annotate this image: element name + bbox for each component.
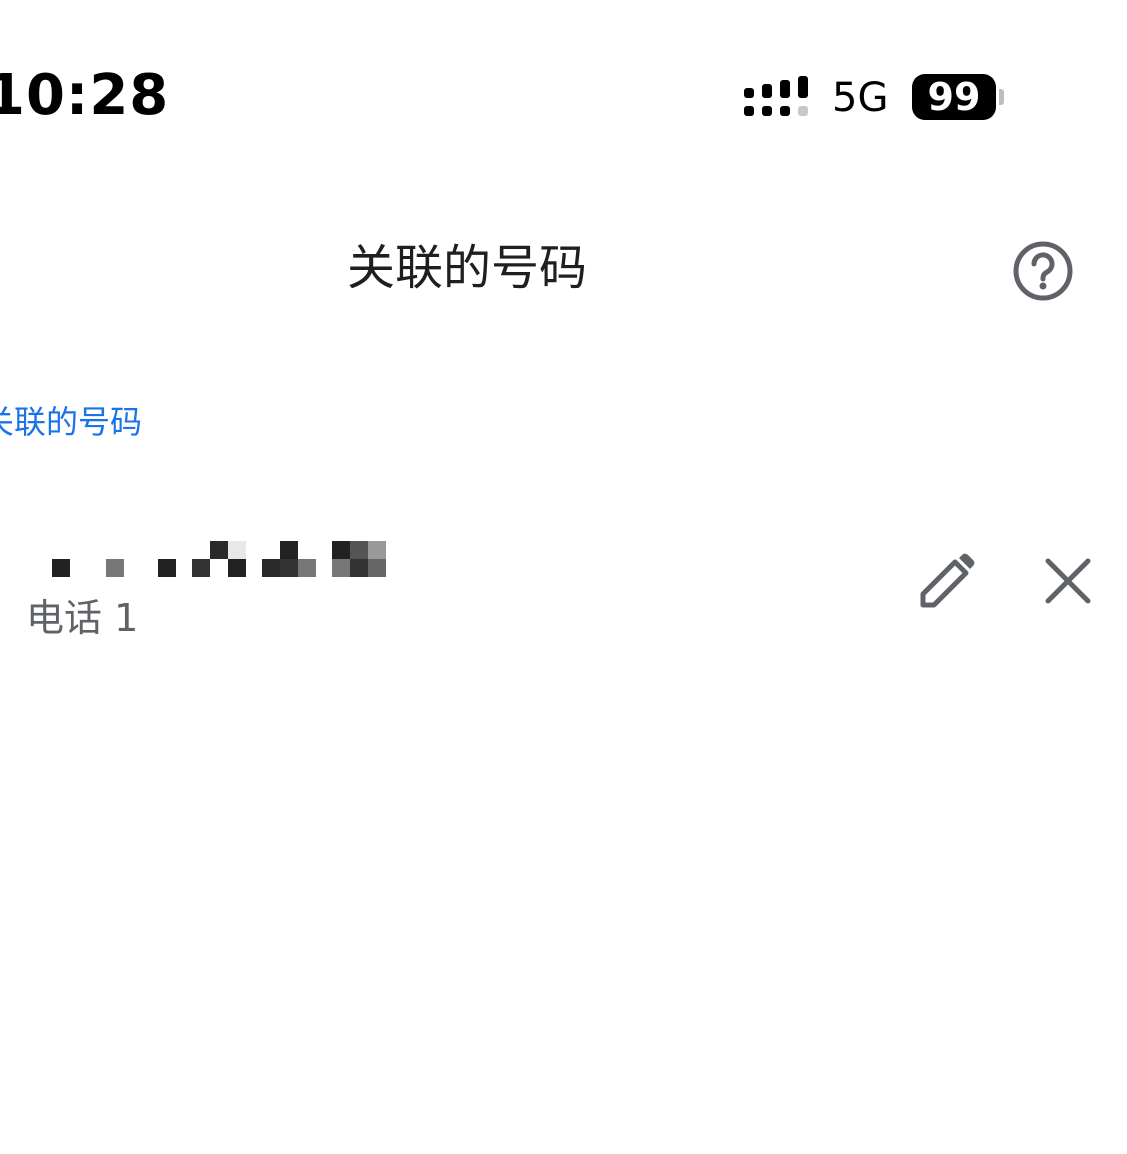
battery-tip [999,89,1004,105]
pencil-icon[interactable] [914,548,978,612]
battery-icon: 99 [912,74,996,120]
phone-number-redacted [50,541,390,579]
network-type: 5G [832,75,889,121]
page-title: 关联的号码 [346,240,587,296]
help-circle-icon[interactable] [1010,238,1076,304]
section-link[interactable]: 关联的号码 [0,400,142,444]
signal-bars-icon [744,76,808,116]
phone-label: 电话 1 [26,596,139,640]
close-icon[interactable] [1038,551,1098,611]
status-time: 10:28 [0,63,170,128]
